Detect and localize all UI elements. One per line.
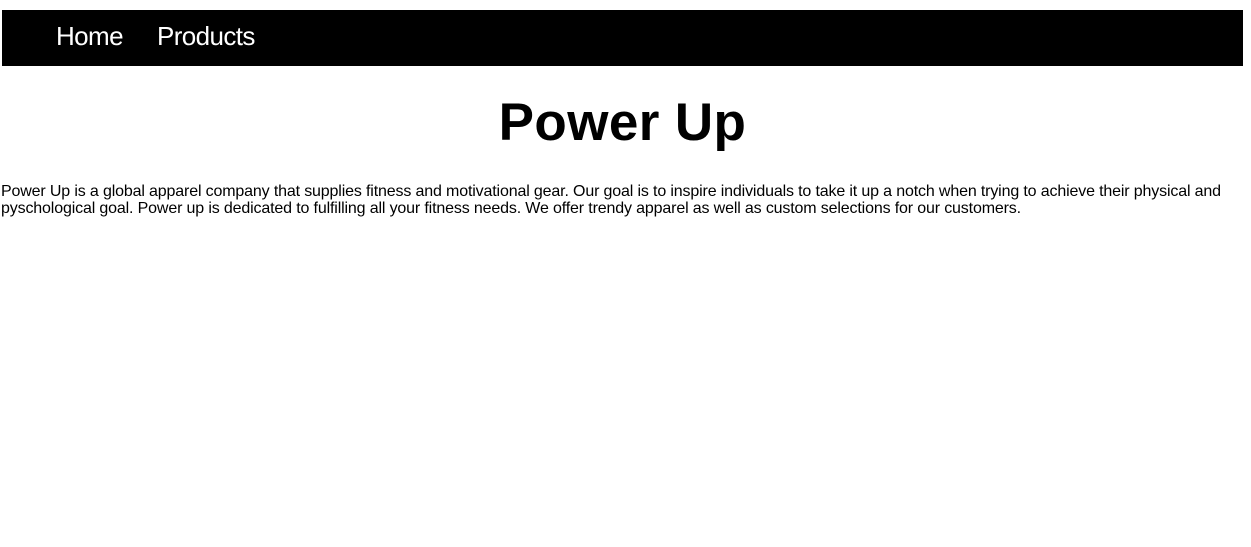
intro-paragraph: Power Up is a global apparel company tha… [1,183,1221,217]
nav-link-home[interactable]: Home [56,10,124,66]
page-title: Power Up [498,93,747,152]
top-navbar: Home Products [2,10,1243,66]
nav-link-products[interactable]: Products [157,10,255,66]
